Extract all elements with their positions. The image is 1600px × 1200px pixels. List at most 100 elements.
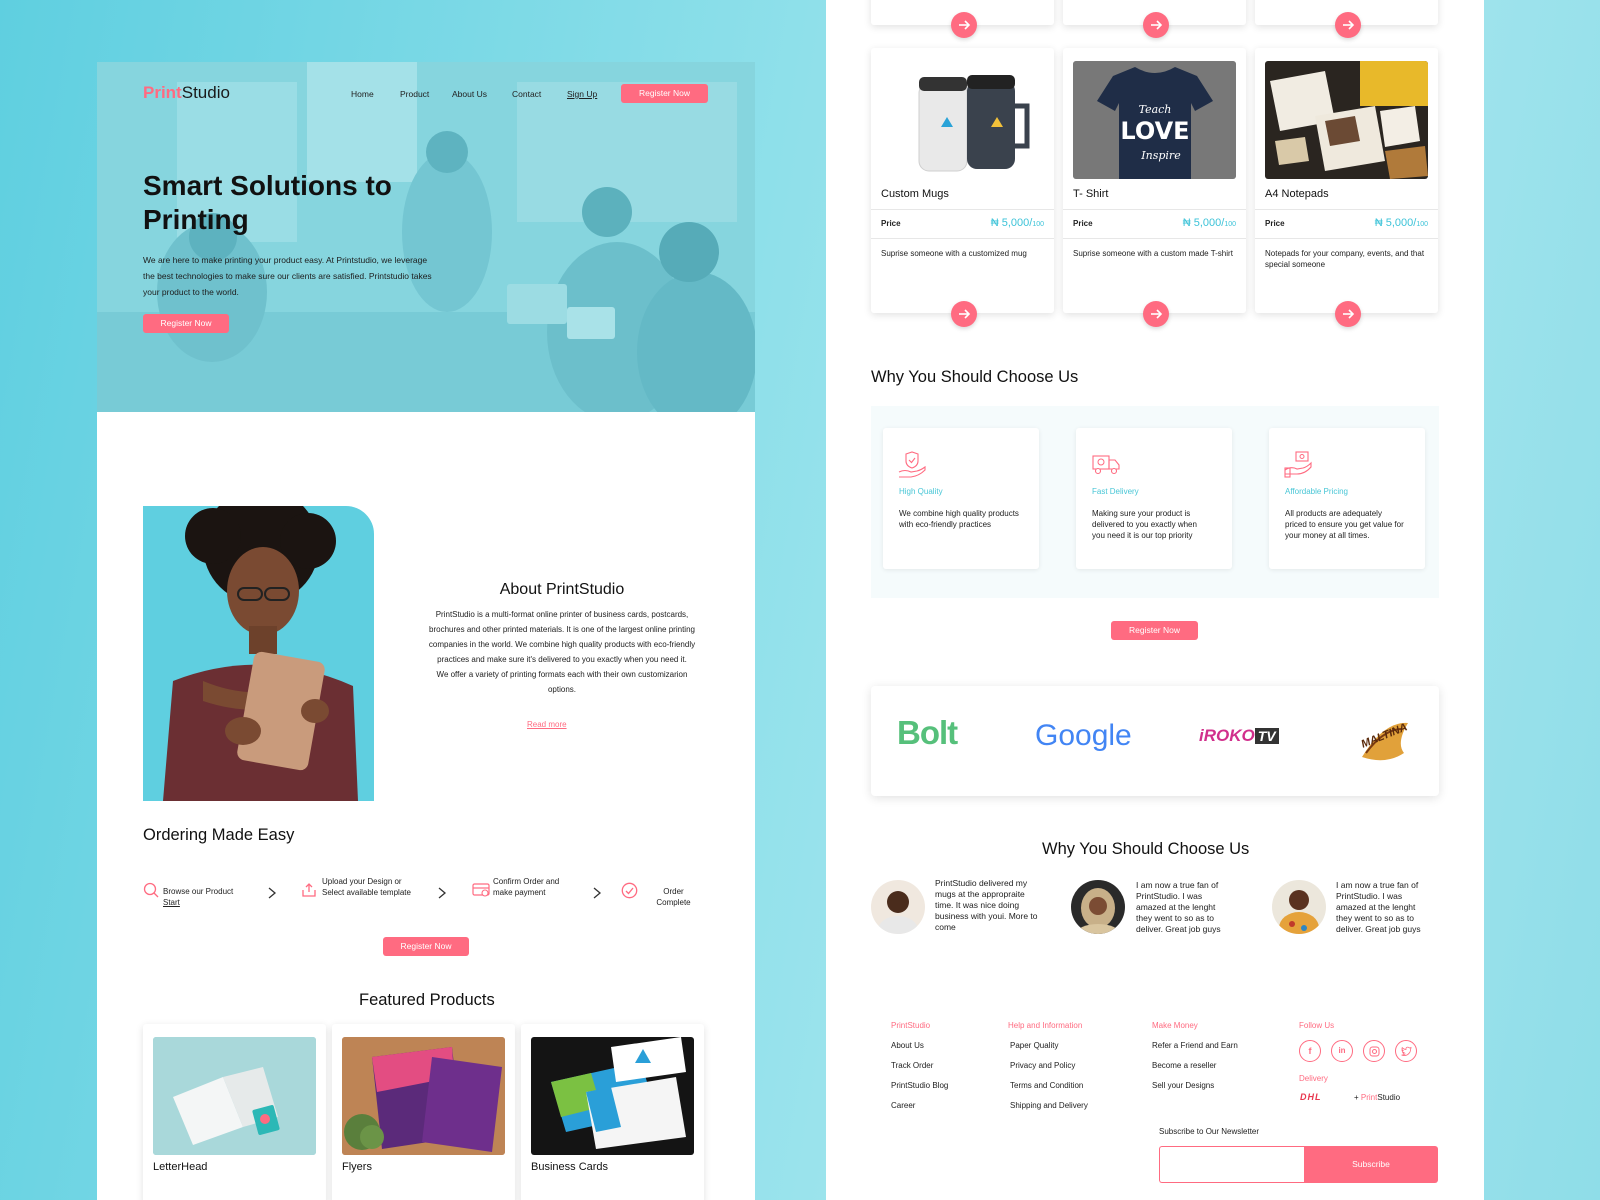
arrow-right-button[interactable] (951, 301, 977, 327)
product-card-tshirt[interactable]: Teach LOVE Inspire T- Shirt Price ₦ 5,000/… (1063, 48, 1246, 313)
hero-register-button[interactable]: Register Now (143, 314, 229, 333)
why-register-button[interactable]: Register Now (1111, 621, 1198, 640)
featured-card-flyers[interactable]: Flyers (332, 1024, 515, 1200)
letterhead-image (153, 1037, 316, 1155)
nav-sign-up[interactable]: Sign Up (567, 89, 597, 99)
hero-title: Smart Solutions to Printing (143, 170, 392, 235)
footer-link[interactable]: Track Order (891, 1061, 933, 1070)
search-icon (143, 882, 159, 898)
price-label: Price (1073, 219, 1093, 228)
why-card-title: Fast Delivery (1092, 487, 1139, 496)
hero-section: PrintStudio Home Product About Us Contac… (97, 62, 755, 412)
avatar (1272, 880, 1326, 934)
nav-register-button[interactable]: Register Now (621, 84, 708, 103)
linkedin-icon[interactable]: in (1331, 1040, 1353, 1062)
price-label: Price (881, 219, 901, 228)
why-card-text: We combine high quality products with ec… (899, 509, 1019, 529)
ordering-register-button[interactable]: Register Now (383, 937, 469, 956)
tshirt-image: Teach LOVE Inspire (1073, 61, 1236, 179)
iroko-tv-text: TV (1254, 728, 1279, 744)
payment-card-icon (472, 883, 490, 897)
footer-link[interactable]: Shipping and Delivery (1010, 1101, 1088, 1110)
footer-link[interactable]: Terms and Condition (1010, 1081, 1083, 1090)
arrow-right-icon (1343, 20, 1355, 30)
featured-card-letterhead[interactable]: LetterHead (143, 1024, 326, 1200)
arrow-right-button[interactable] (1335, 12, 1361, 38)
product-description: Suprise someone with a customized mug (881, 249, 1027, 258)
arrow-right-button[interactable] (1335, 301, 1361, 327)
nav-product[interactable]: Product (400, 89, 429, 99)
footer-link[interactable]: About Us (891, 1041, 924, 1050)
product-card-mugs[interactable]: Custom Mugs Price ₦ 5,000/100 Suprise so… (871, 48, 1054, 313)
irokotv-logo: iROKO TV (1199, 726, 1279, 746)
why-card-delivery: Fast Delivery Making sure your product i… (1076, 428, 1232, 569)
product-name: A4 Notepads (1265, 188, 1329, 200)
arrow-right-button[interactable] (951, 12, 977, 38)
step-complete: Order Complete (656, 887, 691, 907)
price-row: Price ₦ 5,000/100 (1063, 209, 1246, 239)
price-amount: ₦ 5,000/ (990, 217, 1033, 229)
newsletter-email-input[interactable] (1159, 1146, 1304, 1183)
woman-with-tablet-photo (163, 506, 358, 801)
price-value: ₦ 5,000/100 (991, 217, 1044, 229)
footer-link[interactable]: Career (891, 1101, 915, 1110)
notepads-image (1265, 61, 1428, 179)
facebook-icon[interactable]: f (1299, 1040, 1321, 1062)
landing-page-left: PrintStudio Home Product About Us Contac… (97, 62, 755, 1200)
step-upload: Upload your Design or Select available t… (322, 877, 411, 897)
price-row: Price ₦ 5,000/100 (871, 209, 1054, 239)
bolt-logo: Bolt (897, 714, 958, 751)
logo-accent: Print (143, 83, 182, 102)
landing-page-right: Custom Mugs Price ₦ 5,000/100 Suprise so… (826, 0, 1484, 1200)
delivery-brand-accent: Print (1360, 1093, 1378, 1102)
footer-link[interactable]: Paper Quality (1010, 1041, 1058, 1050)
read-more-link[interactable]: Read more (527, 720, 567, 729)
testimonials-title: Why You Should Choose Us (1042, 840, 1250, 858)
nav-about[interactable]: About Us (452, 89, 487, 99)
price-unit: 100 (1224, 221, 1236, 228)
footer-link[interactable]: Become a reseller (1152, 1061, 1216, 1070)
arrow-right-icon (1151, 309, 1163, 319)
about-title: About PrintStudio (499, 581, 625, 598)
nav-contact[interactable]: Contact (512, 89, 541, 99)
product-name: T- Shirt (1073, 188, 1109, 200)
price-value: ₦ 5,000/100 (1375, 217, 1428, 229)
footer-link[interactable]: Refer a Friend and Earn (1152, 1041, 1238, 1050)
footer-link[interactable]: Privacy and Policy (1010, 1061, 1075, 1070)
ordering-title: Ordering Made Easy (143, 826, 295, 844)
arrow-right-button[interactable] (1143, 12, 1169, 38)
price-hand-icon (1284, 451, 1312, 478)
price-label: Price (1265, 219, 1285, 228)
delivery-brand-text: Studio (1377, 1093, 1401, 1102)
instagram-icon[interactable] (1363, 1040, 1385, 1062)
product-card-notepads[interactable]: A4 Notepads Price ₦ 5,000/100 Notepads f… (1255, 48, 1438, 313)
google-logo: Google (1035, 719, 1132, 752)
why-card-title: Affordable Pricing (1285, 487, 1348, 496)
featured-name: Flyers (342, 1161, 372, 1173)
why-card-quality: High Quality We combine high quality pro… (883, 428, 1039, 569)
arrow-right-icon (959, 20, 971, 30)
footer-link[interactable]: Sell your Designs (1152, 1081, 1214, 1090)
about-description: PrintStudio is a multi-format online pri… (428, 610, 696, 694)
newsletter-label: Subscribe to Our Newsletter (1159, 1127, 1260, 1136)
tshirt-print-love: LOVE (1120, 117, 1189, 145)
hero-description: We are here to make printing your produc… (143, 255, 432, 297)
subscribe-button[interactable]: Subscribe (1304, 1146, 1438, 1183)
footer-link[interactable]: PrintStudio Blog (891, 1081, 948, 1090)
why-card-title: High Quality (899, 487, 943, 496)
chevron-right-icon (593, 887, 602, 899)
step-start-link[interactable]: Start (163, 898, 180, 907)
dhl-logo: DHL (1300, 1092, 1322, 1102)
featured-title: Featured Products (359, 991, 495, 1009)
nav-home[interactable]: Home (351, 89, 374, 99)
brand-logo[interactable]: PrintStudio (143, 83, 230, 103)
tshirt-print-teach: Teach (1139, 103, 1172, 116)
arrow-right-button[interactable] (1143, 301, 1169, 327)
twitter-icon[interactable] (1395, 1040, 1417, 1062)
delivery-brand: + PrintStudio (1354, 1093, 1400, 1102)
featured-card-business-cards[interactable]: Business Cards (521, 1024, 704, 1200)
upload-icon (302, 883, 316, 897)
why-card-text: Making sure your product is delivered to… (1092, 509, 1197, 540)
arrow-right-icon (959, 309, 971, 319)
hero-background-photo (97, 62, 755, 412)
